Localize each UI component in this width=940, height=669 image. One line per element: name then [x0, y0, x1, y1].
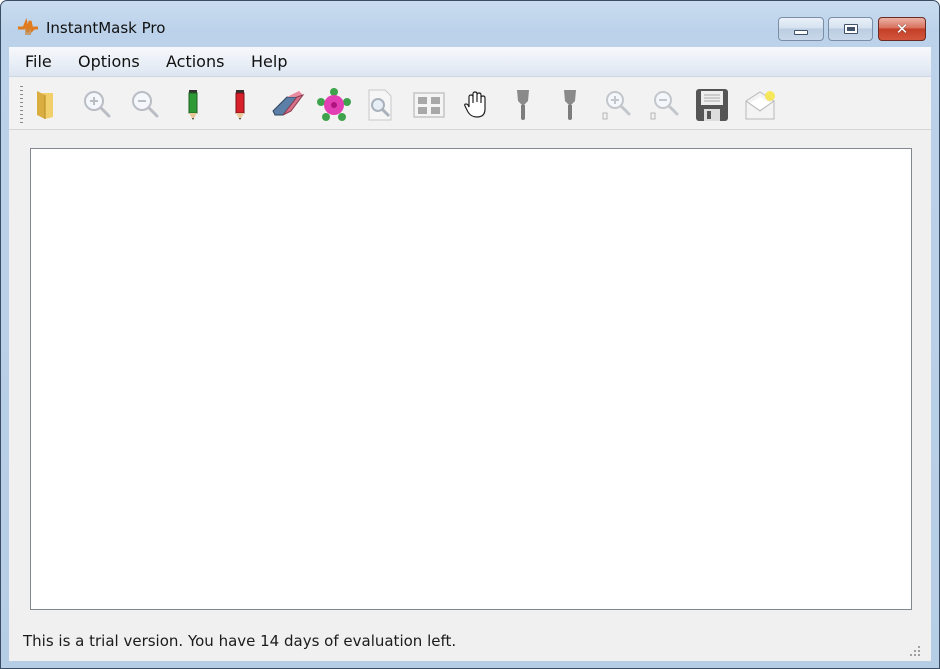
menu-bar: File Options Actions Help — [9, 47, 931, 77]
window-title: InstantMask Pro — [46, 19, 166, 37]
zoom-in-icon — [84, 91, 111, 118]
title-bar[interactable]: InstantMask Pro ✕ — [1, 1, 939, 47]
pan-button[interactable] — [458, 86, 496, 124]
menu-options[interactable]: Options — [74, 52, 144, 71]
brush-icon — [517, 90, 529, 120]
maximize-icon — [843, 24, 858, 34]
close-button[interactable]: ✕ — [878, 17, 926, 41]
menu-file[interactable]: File — [21, 52, 56, 71]
flower-icon — [317, 88, 351, 121]
status-text: This is a trial version. You have 14 day… — [23, 632, 457, 650]
drop-pencil-button[interactable] — [221, 86, 259, 124]
close-icon: ✕ — [895, 19, 909, 38]
app-window: InstantMask Pro ✕ File Options Actions H… — [0, 0, 940, 669]
zoom-out-button[interactable] — [126, 86, 164, 124]
maximize-button[interactable] — [828, 17, 873, 41]
open-button[interactable] — [28, 86, 66, 124]
grid-view-button[interactable] — [410, 86, 448, 124]
zoom-in-b-icon — [602, 91, 631, 120]
client-area: File Options Actions Help This is a tria… — [9, 47, 931, 661]
envelope-star-icon — [745, 91, 775, 120]
document-magnifier-icon — [368, 89, 392, 121]
new-message-button[interactable] — [741, 86, 779, 124]
hand-icon — [464, 91, 486, 118]
folder-icon — [37, 91, 53, 119]
status-bar: This is a trial version. You have 14 day… — [9, 627, 931, 661]
red-pencil-icon — [235, 90, 245, 120]
save-button[interactable] — [693, 86, 731, 124]
toolbar — [9, 78, 931, 130]
flower-button[interactable] — [315, 86, 353, 124]
keep-pencil-button[interactable] — [174, 86, 212, 124]
minimize-icon — [794, 29, 808, 35]
zoom-out-icon — [132, 91, 159, 118]
eraser-button[interactable] — [268, 86, 306, 124]
grid-icon — [413, 92, 445, 118]
image-canvas[interactable] — [30, 148, 912, 610]
floppy-disk-icon — [696, 89, 728, 121]
green-pencil-icon — [188, 90, 198, 120]
background-zoom-out-button[interactable] — [646, 86, 684, 124]
eraser-icon — [272, 91, 305, 116]
preview-button[interactable] — [361, 86, 399, 124]
resize-grip-icon[interactable] — [909, 645, 921, 657]
menu-actions[interactable]: Actions — [162, 52, 228, 71]
zoom-in-button[interactable] — [78, 86, 116, 124]
brush-icon — [564, 90, 576, 120]
brush-1-button[interactable] — [504, 86, 542, 124]
instantmask-logo-icon — [16, 17, 40, 38]
zoom-out-b-icon — [650, 91, 679, 120]
toolbar-grip[interactable] — [20, 86, 23, 124]
background-zoom-in-button[interactable] — [598, 86, 636, 124]
menu-help[interactable]: Help — [247, 52, 291, 71]
brush-2-button[interactable] — [551, 86, 589, 124]
minimize-button[interactable] — [778, 17, 824, 41]
